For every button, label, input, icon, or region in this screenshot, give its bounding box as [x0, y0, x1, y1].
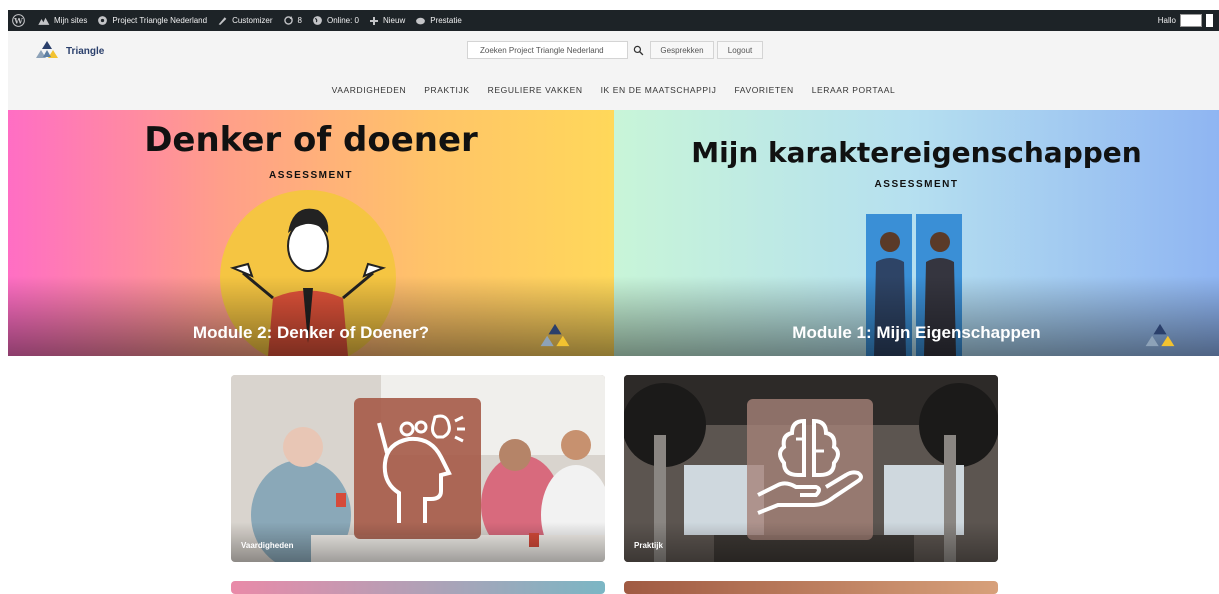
- brain-hand-icon: [757, 418, 863, 515]
- home-icon: [98, 16, 108, 25]
- username-box: [1180, 14, 1202, 27]
- hero-image-subtitle: ASSESSMENT: [874, 179, 959, 190]
- multisite-icon: [38, 17, 50, 25]
- card-reguliere-vakken[interactable]: [231, 581, 605, 594]
- card-vaardigheden[interactable]: Vaardigheden: [231, 375, 605, 562]
- nav-item-vaardigheden[interactable]: VAARDIGHEDEN: [332, 85, 407, 95]
- my-sites-menu[interactable]: Mijn sites: [37, 16, 87, 26]
- performance-label: Prestatie: [430, 16, 462, 25]
- online-users-label: Online: 0: [326, 16, 359, 25]
- conversations-button[interactable]: Gesprekken: [650, 41, 714, 59]
- wordpress-logo-icon[interactable]: W: [12, 14, 25, 27]
- nav-item-favorieten[interactable]: FAVORIETEN: [734, 85, 793, 95]
- triangle-watermark-icon: [1145, 323, 1175, 347]
- page: W Mijn sites Project Triangle Nederland …: [0, 0, 1219, 594]
- logout-button[interactable]: Logout: [717, 41, 763, 59]
- card-label: Praktijk: [634, 541, 663, 550]
- search-input[interactable]: Zoeken Project Triangle Nederland: [467, 41, 628, 59]
- site-name-label: Project Triangle Nederland: [112, 16, 208, 25]
- nav-item-ik-en-de-maatschappij[interactable]: IK EN DE MAATSCHAPPIJ: [601, 85, 717, 95]
- updates-count: 8: [297, 16, 302, 25]
- avatar: [1206, 14, 1213, 27]
- my-sites-label: Mijn sites: [54, 16, 88, 25]
- svg-text:W: W: [13, 16, 23, 25]
- admin-bar: W Mijn sites Project Triangle Nederland …: [8, 10, 1219, 31]
- head-ideas-icon: [377, 414, 465, 523]
- site-header: Triangle Zoeken Project Triangle Nederla…: [8, 31, 1219, 110]
- hero-module-2[interactable]: Denker of doener ASSESSMENT Module 2: De…: [8, 110, 614, 356]
- card-praktijk[interactable]: Praktijk: [624, 375, 998, 562]
- plus-icon: [370, 16, 378, 25]
- site-name-menu[interactable]: Project Triangle Nederland: [97, 15, 207, 26]
- performance-icon: [416, 17, 426, 25]
- customizer-label: Customizer: [232, 16, 273, 25]
- hero-caption: Module 2: Denker of Doener?: [192, 323, 430, 342]
- nav-item-leraar-portaal[interactable]: LERAAR PORTAAL: [812, 85, 896, 95]
- search-icon: [633, 45, 643, 55]
- hero-image-title: Mijn karaktereigenschappen: [691, 136, 1142, 169]
- search-button[interactable]: [628, 41, 648, 59]
- hero-caption: Module 1: Mijn Eigenschappen: [792, 323, 1041, 342]
- logo-text: Triangle: [66, 45, 105, 57]
- updates-link[interactable]: 8: [283, 15, 302, 26]
- triangle-logo-icon: [36, 41, 58, 58]
- card-ik-en-de-maatschappij[interactable]: [624, 581, 998, 594]
- online-users-link[interactable]: Online: 0: [312, 15, 359, 26]
- brush-icon: [218, 17, 227, 25]
- card-label: Vaardigheden: [241, 541, 294, 550]
- hero-image-title: Denker of doener: [144, 120, 478, 160]
- card-shade: [624, 522, 998, 562]
- globe-icon: [313, 16, 322, 25]
- greeting-label: Hallo: [1157, 16, 1176, 25]
- account-menu[interactable]: Hallo: [1158, 14, 1213, 27]
- hero-shade: [614, 276, 1219, 356]
- new-content-menu[interactable]: Nieuw: [369, 16, 405, 26]
- hero-image-subtitle: ASSESSMENT: [269, 170, 353, 181]
- site-logo[interactable]: Triangle: [34, 40, 104, 62]
- hero-module-1[interactable]: Mijn karaktereigenschappen ASSESSMENT Mo…: [614, 110, 1219, 356]
- nav-item-reguliere-vakken[interactable]: REGULIERE VAKKEN: [488, 85, 583, 95]
- refresh-icon: [283, 16, 293, 25]
- triangle-watermark-icon: [540, 323, 570, 347]
- new-content-label: Nieuw: [383, 16, 406, 25]
- performance-menu[interactable]: Prestatie: [415, 15, 462, 26]
- main-navigation: VAARDIGHEDEN PRAKTIJK REGULIERE VAKKEN I…: [8, 85, 1219, 95]
- customizer-link[interactable]: Customizer: [217, 15, 273, 26]
- hero-shade: [8, 276, 614, 356]
- nav-item-praktijk[interactable]: PRAKTIJK: [424, 85, 469, 95]
